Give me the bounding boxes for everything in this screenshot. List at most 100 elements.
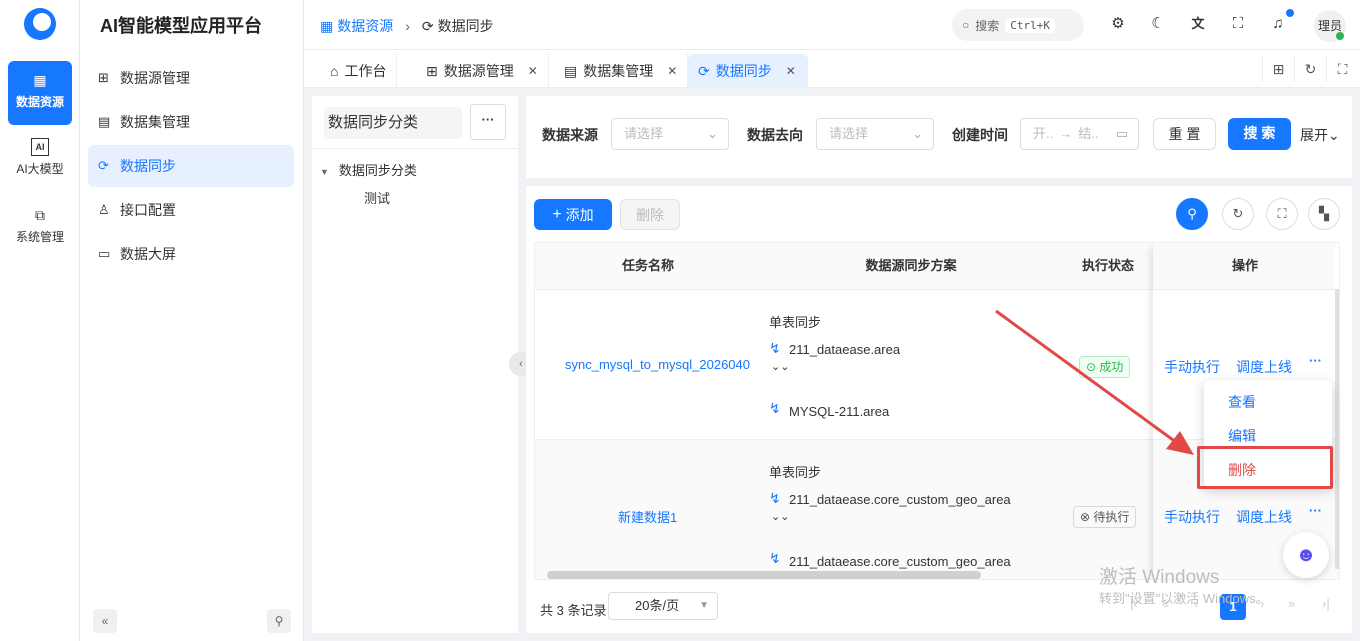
activation-watermark-subtitle: 转到"设置"以激活 Windows。 <box>1099 591 1269 606</box>
chatbot-icon[interactable]: ☻ <box>1283 532 1329 578</box>
fullscreen-icon[interactable]: ⛶ <box>1326 56 1358 82</box>
add-button[interactable]: + 添加 <box>534 199 612 230</box>
notification-dot <box>1286 9 1294 17</box>
date-start: 开.. <box>1033 126 1054 141</box>
tab-datasource[interactable]: ⊞ 数据源管理 ✕ <box>416 54 549 88</box>
collapse-sidebar-button[interactable]: « <box>93 609 117 633</box>
breadcrumb-data-resources[interactable]: 数据资源 <box>337 16 393 36</box>
caret-down-icon: ▼ <box>320 167 329 177</box>
dataset-icon: ▤ <box>98 114 111 129</box>
category-tree-panel: 数据同步分类 ··· ▼ 数据同步分类 测试 <box>312 96 518 633</box>
dataset-icon: ▤ <box>564 62 578 79</box>
select-placeholder: 请选择 <box>624 126 664 141</box>
reset-button[interactable]: 重 置 <box>1153 118 1216 150</box>
icon-rail: ▦ 数据资源 AI AI大模型 ⧉ 系统管理 <box>0 0 80 641</box>
filter-panel: 数据来源 请选择 ⌄ 数据去向 请选择 ⌄ 创建时间 开.. → 结.. ▭ 重 置 搜 … <box>526 96 1352 178</box>
target-select[interactable]: 请选择 ⌄ <box>816 118 934 150</box>
status-badge: ⊗ 待执行 <box>1073 506 1137 528</box>
double-chevron-down-icon: ⌄⌄ <box>771 361 790 373</box>
sidebar-item-api-config[interactable]: ♙ 接口配置 <box>88 189 294 231</box>
total-count: 共 3 条记录 <box>540 603 607 618</box>
rail-item-ai-model[interactable]: AI AI大模型 <box>8 128 72 192</box>
date-range-picker[interactable]: 开.. → 结.. ▭ <box>1020 118 1139 150</box>
datasource-icon: ⊞ <box>98 70 109 85</box>
next-five-icon[interactable]: » <box>1288 596 1295 611</box>
datasource-icon: ⊞ <box>426 62 438 79</box>
sidebar-item-dashboard[interactable]: ▭ 数据大屏 <box>88 233 294 275</box>
gear-icon[interactable]: ⚙ <box>1108 14 1128 34</box>
sidebar-item-dataset[interactable]: ▤ 数据集管理 <box>88 101 294 143</box>
source-table: 211_dataease.core_custom_geo_area <box>789 492 1011 507</box>
last-page-icon[interactable]: ›| <box>1322 596 1330 611</box>
top-header: ▦ 数据资源 › ⟳ 数据同步 ○ 搜索 Ctrl+K ⚙ ☾ 文 ⛶ ♫ 理员 <box>304 0 1360 50</box>
ai-icon: AI <box>31 138 49 156</box>
search-input[interactable]: ○ 搜索 Ctrl+K <box>952 9 1084 41</box>
breadcrumb-icon: ▦ <box>320 17 334 34</box>
target-table: MYSQL-211.area <box>789 404 890 419</box>
sidebar: AI智能模型应用平台 ⊞ 数据源管理 ▤ 数据集管理 ⟳ 数据同步 ♙ 接口配置 ▭ 数据… <box>80 0 304 641</box>
refresh-icon[interactable]: ↻ <box>1294 56 1326 82</box>
bell-icon[interactable]: ♫ <box>1268 14 1288 34</box>
tab-data-sync[interactable]: ⟳ 数据同步 ✕ <box>688 54 808 88</box>
vertical-scrollbar[interactable] <box>1335 289 1339 569</box>
tree-more-button[interactable]: ··· <box>470 104 506 140</box>
expand-label: 展开 <box>1300 127 1328 143</box>
rail-item-data-resources[interactable]: ▦ 数据资源 <box>8 61 72 125</box>
delete-button[interactable]: 删除 <box>620 199 680 230</box>
grid-icon[interactable]: ⊞ <box>1262 56 1294 82</box>
arrow-head <box>1166 431 1194 455</box>
sync-icon: ⟳ <box>698 62 710 79</box>
close-icon[interactable]: ✕ <box>528 64 538 78</box>
clock-x-icon: ⊗ <box>1080 510 1094 524</box>
chevron-right-icon: › <box>405 18 410 34</box>
task-name-link[interactable]: sync_mysql_to_mysql_2026040 <box>565 357 750 372</box>
menu-item-view[interactable]: 查看 <box>1228 392 1256 412</box>
sidebar-item-datasource[interactable]: ⊞ 数据源管理 <box>88 57 294 99</box>
page-size-value: 20条/页 <box>635 598 680 613</box>
moon-icon[interactable]: ☾ <box>1148 14 1168 34</box>
online-status-dot <box>1336 32 1344 40</box>
tree-node-test[interactable]: 测试 <box>364 188 390 207</box>
search-button[interactable]: 搜 索 <box>1228 118 1291 150</box>
column-header-name: 任务名称 <box>535 243 761 289</box>
close-icon[interactable]: ✕ <box>667 64 677 78</box>
refresh-icon[interactable]: ↻ <box>1222 198 1254 230</box>
breadcrumb-data-sync: 数据同步 <box>437 18 494 34</box>
pin-icon[interactable]: ⚲ <box>267 609 291 633</box>
rail-item-system[interactable]: ⧉ 系统管理 <box>8 196 72 260</box>
tab-dataset[interactable]: ▤ 数据集管理 ✕ <box>554 54 689 88</box>
tab-workbench[interactable]: ⌂ 工作台 <box>320 54 398 88</box>
caret-down-icon: ▼ <box>699 600 709 611</box>
app-title: AI智能模型应用平台 <box>100 16 262 36</box>
menu-item-edit[interactable]: 编辑 <box>1228 426 1256 446</box>
horizontal-scrollbar[interactable] <box>547 571 981 579</box>
fullscreen-icon[interactable]: ⛶ <box>1228 14 1248 34</box>
chevron-down-icon: ⌄ <box>912 126 923 141</box>
dolphin-icon: ↯ <box>769 400 781 416</box>
monitor-icon: ▭ <box>98 246 111 261</box>
sync-mode: 单表同步 <box>769 465 822 480</box>
arrow-line <box>995 309 1181 447</box>
tree-node-root[interactable]: ▼ 数据同步分类 <box>320 160 417 179</box>
chevron-down-icon: ⌄ <box>1328 127 1340 143</box>
task-name-link[interactable]: 新建数据1 <box>618 507 677 526</box>
api-icon: ♙ <box>98 202 110 217</box>
translate-icon[interactable]: 文 <box>1188 14 1208 34</box>
column-header-scheme: 数据源同步方案 <box>761 243 1061 289</box>
search-icon[interactable]: ⚲ <box>1176 198 1208 230</box>
sidebar-item-data-sync[interactable]: ⟳ 数据同步 <box>88 145 294 187</box>
home-icon: ⌂ <box>330 63 339 79</box>
page-size-select[interactable]: 20条/页 ▼ <box>608 592 718 620</box>
source-select[interactable]: 请选择 ⌄ <box>611 118 729 150</box>
column-settings-icon[interactable]: ▚ <box>1308 198 1340 230</box>
close-icon[interactable]: ✕ <box>786 64 796 78</box>
dolphin-icon: ↯ <box>769 550 781 566</box>
source-label: 数据来源 <box>542 127 598 143</box>
fullscreen-icon[interactable]: ⛶ <box>1266 198 1298 230</box>
expand-toggle[interactable]: 展开⌄ <box>1300 125 1340 145</box>
target-table: 211_dataease.core_custom_geo_area <box>789 554 1011 569</box>
sync-icon: ⟳ <box>98 158 109 173</box>
plus-icon: + <box>552 205 562 223</box>
shortcut-hint: Ctrl+K <box>1005 17 1056 33</box>
sync-icon: ⟳ <box>421 17 434 34</box>
